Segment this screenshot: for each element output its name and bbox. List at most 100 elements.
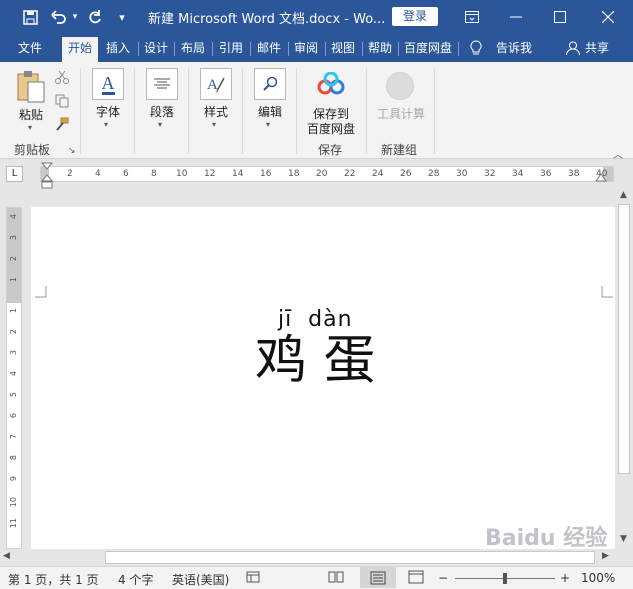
copy-icon[interactable] [55,94,69,111]
vertical-ruler[interactable]: 4 3 2 1 1 2 3 4 5 6 7 8 9 10 11 [6,207,22,549]
tools-calc-label[interactable]: 工具计算 [374,105,428,122]
word-count[interactable]: 4 个字 [118,571,153,588]
person-icon[interactable] [564,34,580,62]
web-layout-icon[interactable] [408,570,424,587]
group-divider [80,68,81,154]
document-page[interactable]: jī dàn 鸡 蛋 [31,207,615,549]
first-line-indent-marker[interactable] [40,162,54,193]
ruler-tick-label: 32 [484,169,496,179]
language-indicator[interactable]: 英语(美国) [172,571,229,588]
save-group-label: 保存 [318,143,343,157]
ruler-tick-label: 4 [9,214,18,220]
hanzi-text: 鸡 蛋 [255,331,376,391]
horizontal-scroll-thumb[interactable] [105,551,595,564]
customize-qat-icon[interactable]: ▾ [114,0,130,34]
redo-icon[interactable] [84,0,106,34]
close-icon[interactable] [588,0,628,34]
horizontal-ruler[interactable]: 2 4 6 8 10 12 14 16 18 20 22 24 26 28 30 32 34 36 38 40 [40,166,614,182]
tab-divider [398,42,399,56]
tab-file[interactable]: 文件 [12,34,48,62]
ruler-tick-label: 8 [151,169,157,179]
search-icon[interactable] [254,68,286,100]
status-bar: 第 1 页，共 1 页 4 个字 英语(美国) − + 100% [0,566,633,589]
styles-dropdown-icon[interactable]: ▾ [212,120,216,129]
styles-label[interactable]: 样式 [198,103,234,120]
tab-divider [212,42,213,56]
ruler-tick-label: 4 [9,371,18,377]
ruler-tick-label: 3 [9,235,18,241]
vertical-scroll-thumb[interactable] [618,204,630,474]
paragraph-icon[interactable] [146,68,178,100]
tab-selector[interactable]: L [6,166,23,182]
tab-view[interactable]: 视图 [327,34,359,62]
tab-review[interactable]: 审阅 [290,34,322,62]
print-layout-icon[interactable] [360,567,396,588]
ruler-tick-label: 1 [9,308,18,314]
cut-icon[interactable] [55,70,69,87]
ruler-tick-label: 1 [9,277,18,283]
tools-calc-icon[interactable] [386,72,414,100]
ruler-tick-label: 38 [568,169,580,179]
tab-help[interactable]: 帮助 [364,34,396,62]
zoom-level[interactable]: 100% [581,571,615,585]
tab-divider [250,42,251,56]
ruler-tick-label: 6 [9,413,18,419]
ruler-tick-label: 16 [260,169,272,179]
ruler-tick-label: 18 [288,169,300,179]
read-mode-icon[interactable] [328,570,344,587]
paste-label[interactable]: 粘贴 [16,106,46,123]
zoom-slider-thumb[interactable] [503,573,507,584]
right-indent-marker[interactable] [595,171,607,185]
paste-dropdown-icon[interactable]: ▾ [28,123,32,132]
scroll-right-icon[interactable]: ▶ [602,551,609,561]
dialog-launcher-icon[interactable]: ↘ [68,146,76,156]
undo-icon[interactable] [48,0,70,34]
editing-dropdown-icon[interactable]: ▾ [266,120,270,129]
tell-me-search[interactable]: 告诉我 [494,34,534,62]
scroll-down-icon[interactable]: ▼ [620,534,627,544]
page-count[interactable]: 第 1 页，共 1 页 [8,571,99,588]
undo-dropdown-icon[interactable]: ▾ [70,0,80,34]
minimize-icon[interactable] [496,0,536,34]
scroll-left-icon[interactable]: ◀ [3,551,10,561]
collapse-ribbon-icon[interactable]: ︿ [613,146,623,161]
share-button[interactable]: 共享 [582,34,612,62]
save-icon[interactable] [18,0,42,34]
paragraph-label[interactable]: 段落 [144,103,180,120]
font-icon[interactable]: A [92,68,124,100]
baidu-netdisk-icon[interactable] [316,71,346,99]
phonetic-guide-text[interactable]: jī dàn 鸡 蛋 [255,307,376,390]
login-button[interactable]: 登录 [392,7,438,26]
zoom-in-button[interactable]: + [560,571,570,585]
ruler-tick-label: 30 [456,169,468,179]
editing-label[interactable]: 编辑 [252,103,288,120]
font-label[interactable]: 字体 [92,103,124,120]
paste-icon[interactable] [16,70,46,104]
paragraph-dropdown-icon[interactable]: ▾ [158,120,162,129]
scroll-up-icon[interactable]: ▲ [620,190,627,200]
tab-references[interactable]: 引用 [215,34,247,62]
tab-home[interactable]: 开始 [62,37,98,62]
vertical-scrollbar[interactable]: ▲ ▼ [615,186,633,549]
maximize-icon[interactable] [540,0,580,34]
window-title: 新建 Microsoft Word 文档.docx - Wo... [148,12,386,27]
lightbulb-icon[interactable] [468,34,484,62]
font-dropdown-icon[interactable]: ▾ [104,120,108,129]
format-painter-icon[interactable] [55,117,69,134]
save-baidu-label-2[interactable]: 百度网盘 [304,120,358,137]
tab-layout[interactable]: 布局 [177,34,209,62]
tab-baidu-netdisk[interactable]: 百度网盘 [400,34,456,62]
ruler-tick-label: 11 [9,518,18,529]
zoom-out-button[interactable]: − [438,571,448,585]
macro-recording-icon[interactable] [246,570,260,587]
group-divider [366,68,367,154]
ribbon-display-options-icon[interactable] [452,0,492,34]
tab-insert[interactable]: 插入 [102,34,134,62]
tab-design[interactable]: 设计 [140,34,172,62]
styles-icon[interactable]: A [200,68,232,100]
ruler-tick-label: 24 [372,169,384,179]
tab-mailings[interactable]: 邮件 [253,34,285,62]
ribbon-tabs: 文件 开始 插入 设计 布局 引用 邮件 审阅 视图 帮助 百度网盘 告诉我 共… [0,34,633,62]
margin-corner-mark [601,286,613,298]
ruler-tick-label: 20 [316,169,328,179]
